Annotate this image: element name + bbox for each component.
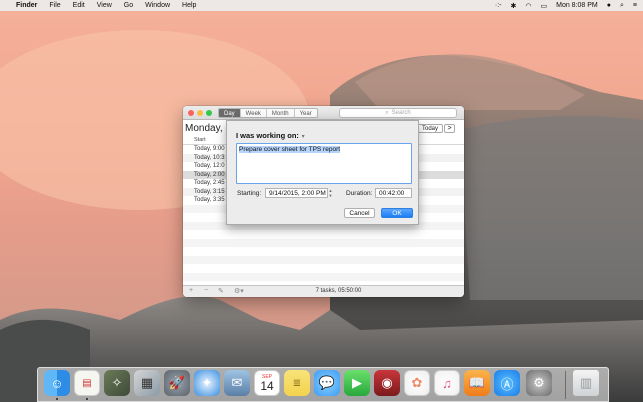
empty-row <box>183 238 464 247</box>
empty-row <box>183 255 464 264</box>
launchpad-icon[interactable]: 🚀 <box>164 370 190 396</box>
column-header-start[interactable]: Start <box>194 137 206 143</box>
preview-icon[interactable]: ✧ <box>104 370 130 396</box>
calendar-notes-icon[interactable]: ▤ <box>74 370 100 396</box>
ok-button[interactable]: OK <box>381 208 413 218</box>
user-icon[interactable]: ● <box>607 2 611 9</box>
tab-day[interactable]: Day <box>219 109 241 117</box>
menu-extras: ·:- ✱ ◠ ▭ Mon 8:08 PM ● ⌕ ≡ <box>495 2 637 10</box>
itunes-icon[interactable]: ♫ <box>434 370 460 396</box>
menu-help[interactable]: Help <box>182 2 196 9</box>
notes-icon[interactable]: ≣ <box>284 370 310 396</box>
photos-icon[interactable]: ✿ <box>404 370 430 396</box>
tab-year[interactable]: Year <box>295 109 317 117</box>
chevron-down-icon: ▾ <box>299 134 305 140</box>
app-store-icon[interactable]: Ⓐ <box>494 370 520 396</box>
working-on-sheet: I was working on: ▾ Prepare cover sheet … <box>226 120 419 225</box>
finder-icon[interactable]: ☺ <box>44 370 70 396</box>
timing-icon[interactable]: ·:- <box>495 2 502 9</box>
trash-icon[interactable]: ▥ <box>573 370 599 396</box>
title-bar: Day Week Month Year ⌕ Search <box>183 106 464 120</box>
menu-edit[interactable]: Edit <box>73 2 85 9</box>
messages-icon[interactable]: 💬 <box>314 370 340 396</box>
calendar-icon[interactable]: SEP 14 <box>254 370 280 396</box>
day-title: Monday, S <box>185 123 233 134</box>
task-notes-field[interactable]: Prepare cover sheet for TPS report <box>236 143 412 184</box>
status-summary: 7 tasks, 05:50:00 <box>315 288 362 294</box>
wifi-icon[interactable]: ◠ <box>525 2 531 10</box>
next-day-button[interactable]: > <box>444 124 455 133</box>
menu-view[interactable]: View <box>97 2 112 9</box>
menu-go[interactable]: Go <box>124 2 133 9</box>
photo-booth-icon[interactable]: ◉ <box>374 370 400 396</box>
safari-icon[interactable]: ✦ <box>194 370 220 396</box>
zoom-button[interactable] <box>206 110 212 116</box>
facetime-icon[interactable]: ▶ <box>344 370 370 396</box>
sheet-title[interactable]: I was working on: ▾ <box>236 131 305 140</box>
bluetooth-icon[interactable]: ✱ <box>511 2 517 10</box>
ibooks-icon[interactable]: 📖 <box>464 370 490 396</box>
mail-icon[interactable]: ✉ <box>224 370 250 396</box>
empty-row <box>183 272 464 281</box>
menu-clock[interactable]: Mon 8:08 PM <box>556 2 598 9</box>
calendar-day: 14 <box>260 379 274 393</box>
cancel-button[interactable]: Cancel <box>344 208 375 218</box>
sheet-title-text: I was working on: <box>236 131 299 140</box>
tab-week[interactable]: Week <box>241 109 267 117</box>
system-preferences-icon[interactable]: ⚙ <box>526 370 552 396</box>
search-icon: ⌕ <box>385 109 389 116</box>
photos-slides-icon[interactable]: ▦ <box>134 370 160 396</box>
task-notes-text: Prepare cover sheet for TPS report <box>239 146 341 153</box>
running-indicator <box>56 398 58 400</box>
bottom-toolbar: + − ✎ ⚙▾ 7 tasks, 05:50:00 <box>183 285 464 297</box>
menu-file[interactable]: File <box>49 2 60 9</box>
menu-app-name[interactable]: Finder <box>16 2 37 9</box>
search-placeholder: Search <box>391 110 411 116</box>
running-indicator <box>86 398 88 400</box>
close-button[interactable] <box>188 110 194 116</box>
starting-label: Starting: <box>237 190 262 197</box>
today-button[interactable]: Today <box>417 124 444 133</box>
menu-bar: Finder File Edit View Go Window Help ·:-… <box>0 0 643 11</box>
starting-date-field[interactable]: 9/14/2015, 2:00 PM <box>265 188 328 198</box>
duration-field[interactable]: 00:42:00 <box>375 188 412 198</box>
duration-label: Duration: <box>346 190 373 197</box>
menu-list-icon[interactable]: ≡ <box>633 2 637 9</box>
battery-icon[interactable]: ▭ <box>540 2 547 10</box>
menu-window[interactable]: Window <box>145 2 170 9</box>
tab-month[interactable]: Month <box>267 109 295 117</box>
search-input[interactable]: ⌕ Search <box>339 108 457 118</box>
starting-stepper[interactable]: ▲ ▼ <box>328 188 333 198</box>
dock-separator <box>565 371 566 399</box>
view-segmented-control: Day Week Month Year <box>218 108 318 118</box>
spotlight-icon[interactable]: ⌕ <box>620 2 624 10</box>
minimize-button[interactable] <box>197 110 203 116</box>
